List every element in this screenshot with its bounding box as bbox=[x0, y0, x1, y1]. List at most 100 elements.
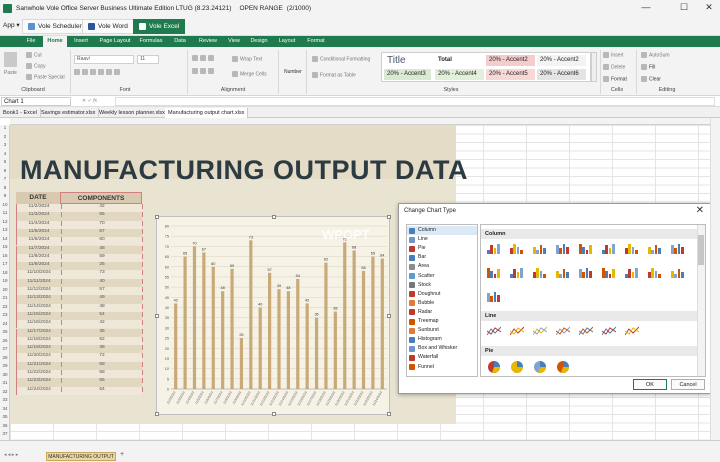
pie-subtype-icon[interactable] bbox=[487, 360, 501, 373]
chart-type-doughnut[interactable]: Doughnut bbox=[407, 290, 477, 299]
alignment-buttons[interactable] bbox=[192, 55, 228, 77]
bar[interactable] bbox=[324, 262, 328, 389]
workbook-tab-3[interactable]: Manufacturing output chart.xlsx bbox=[165, 108, 249, 118]
merge-cells-button[interactable]: Merge Cells bbox=[232, 71, 267, 77]
chart-type-bubble[interactable]: Bubble bbox=[407, 299, 477, 308]
workbook-tab-2[interactable]: Weekly lesson planner.xlsx bbox=[96, 108, 169, 118]
bold-icon[interactable] bbox=[74, 69, 80, 75]
table-row[interactable]: 11/11/2024 40 bbox=[16, 278, 143, 287]
chart-type-box-and-whisker[interactable]: Box and Whisker bbox=[407, 344, 477, 353]
cell-style-4[interactable]: 20% - Accent3 bbox=[384, 69, 431, 80]
paste-special-button[interactable]: Paste Special bbox=[26, 74, 65, 80]
cancel-button[interactable]: Cancel bbox=[671, 379, 705, 390]
border-icon[interactable] bbox=[98, 69, 104, 75]
row-number[interactable]: 22 bbox=[0, 304, 10, 309]
resize-handle[interactable] bbox=[272, 215, 276, 219]
bar[interactable] bbox=[305, 303, 309, 389]
column-subtype-icon[interactable] bbox=[579, 266, 593, 278]
table-row[interactable]: 11/24/2024 64 bbox=[16, 386, 143, 395]
resize-handle[interactable] bbox=[272, 412, 276, 416]
align-middle-icon[interactable] bbox=[200, 55, 206, 61]
cut-button[interactable]: Cut bbox=[26, 52, 42, 58]
row-number[interactable]: 37 bbox=[0, 431, 10, 436]
vertical-scrollbar[interactable] bbox=[710, 118, 720, 440]
chart-type-sunburst[interactable]: Sunburst bbox=[407, 326, 477, 335]
underline-icon[interactable] bbox=[90, 69, 96, 75]
bar[interactable] bbox=[361, 270, 366, 389]
bar[interactable] bbox=[343, 242, 347, 389]
row-number[interactable]: 25 bbox=[0, 329, 10, 334]
ribbon-tab-formulas[interactable]: Formulas bbox=[137, 36, 165, 47]
line-subtype-icon[interactable] bbox=[578, 325, 594, 337]
table-row[interactable]: 11/14/2024 48 bbox=[16, 303, 143, 312]
table-row[interactable]: 11/15/2024 54 bbox=[16, 311, 143, 321]
ribbon-tab-format[interactable]: Format bbox=[303, 36, 329, 47]
app-tab-2[interactable]: Vole Excel bbox=[133, 19, 186, 34]
bar[interactable] bbox=[221, 291, 225, 389]
chart-type-bar[interactable]: Bar bbox=[407, 253, 477, 262]
bar[interactable] bbox=[202, 252, 206, 389]
bar[interactable] bbox=[183, 256, 187, 389]
column-subtype-icon[interactable] bbox=[533, 266, 547, 278]
line-subtype-icon[interactable] bbox=[509, 325, 525, 337]
wrap-text-button[interactable]: Wrap Text bbox=[232, 56, 262, 62]
pie-subtype-icon[interactable] bbox=[556, 360, 570, 373]
cell-style-1[interactable]: Total bbox=[435, 55, 484, 66]
resize-handle[interactable] bbox=[155, 215, 159, 219]
line-subtype-icon[interactable] bbox=[532, 325, 548, 337]
italic-icon[interactable] bbox=[82, 69, 88, 75]
paste-button[interactable]: Paste bbox=[4, 70, 17, 76]
column-subtype-icon[interactable] bbox=[648, 242, 662, 254]
column-subtype-icon[interactable] bbox=[556, 266, 570, 278]
workbook-tab-1[interactable]: Savings estimator.xlsx bbox=[38, 108, 100, 118]
row-number[interactable]: 17 bbox=[0, 261, 10, 266]
copy-button[interactable]: Copy bbox=[26, 63, 46, 69]
bar[interactable] bbox=[258, 307, 262, 390]
table-row[interactable]: 11/20/2024 72 bbox=[16, 353, 143, 362]
row-number[interactable]: 8 bbox=[0, 185, 10, 190]
font-format-buttons[interactable] bbox=[74, 69, 164, 77]
row-number[interactable]: 35 bbox=[0, 414, 10, 419]
app-tab-1[interactable]: Vole Word bbox=[82, 19, 134, 34]
resize-handle[interactable] bbox=[155, 314, 159, 318]
number-format-button[interactable]: Number bbox=[284, 69, 302, 75]
insert-cells-button[interactable]: Insert bbox=[603, 52, 624, 58]
workbook-tab-0[interactable]: Book1 - Excel bbox=[0, 108, 41, 118]
bar[interactable] bbox=[277, 289, 281, 389]
row-number[interactable]: 11 bbox=[0, 210, 10, 215]
row-number[interactable]: 20 bbox=[0, 287, 10, 292]
chart-type-histogram[interactable]: Histogram bbox=[407, 335, 477, 344]
table-row[interactable]: 11/16/2024 42 bbox=[16, 320, 143, 329]
column-subtype-icon[interactable] bbox=[510, 242, 524, 254]
line-subtype-icon[interactable] bbox=[486, 325, 502, 337]
paste-icon[interactable] bbox=[4, 52, 17, 67]
bar[interactable] bbox=[211, 266, 215, 389]
chart-type-radar[interactable]: Radar bbox=[407, 308, 477, 317]
bar[interactable] bbox=[192, 246, 197, 389]
align-center-icon[interactable] bbox=[200, 67, 206, 74]
clear-button[interactable]: Clear bbox=[641, 76, 661, 82]
app-menu-button[interactable]: App ▾ bbox=[3, 21, 20, 29]
pie-subtype-icon[interactable] bbox=[533, 360, 547, 373]
format-cells-button[interactable]: Format bbox=[603, 76, 627, 82]
row-number[interactable]: 26 bbox=[0, 338, 10, 343]
table-row[interactable]: 11/5/2024 67 bbox=[16, 228, 143, 238]
row-number[interactable]: 5 bbox=[0, 159, 10, 164]
ribbon-tab-view[interactable]: View bbox=[225, 36, 243, 47]
row-number[interactable]: 31 bbox=[0, 380, 10, 385]
table-row[interactable]: 11/21/2024 68 bbox=[16, 361, 143, 370]
formula-input[interactable] bbox=[115, 97, 715, 106]
row-number[interactable]: 36 bbox=[0, 423, 10, 428]
bar[interactable] bbox=[239, 338, 244, 389]
row-number[interactable]: 16 bbox=[0, 253, 10, 258]
chart-type-area[interactable]: Area bbox=[407, 262, 477, 271]
line-subtype-icon[interactable] bbox=[624, 325, 640, 337]
chart-type-column[interactable]: Column bbox=[407, 226, 477, 236]
row-number[interactable]: 9 bbox=[0, 193, 10, 198]
bar[interactable] bbox=[371, 256, 375, 389]
ok-button[interactable]: OK bbox=[633, 379, 667, 390]
column-subtype-icon[interactable] bbox=[671, 266, 685, 278]
column-subtype-icon[interactable] bbox=[533, 242, 547, 254]
resize-handle[interactable] bbox=[387, 314, 391, 318]
row-number[interactable]: 14 bbox=[0, 236, 10, 241]
